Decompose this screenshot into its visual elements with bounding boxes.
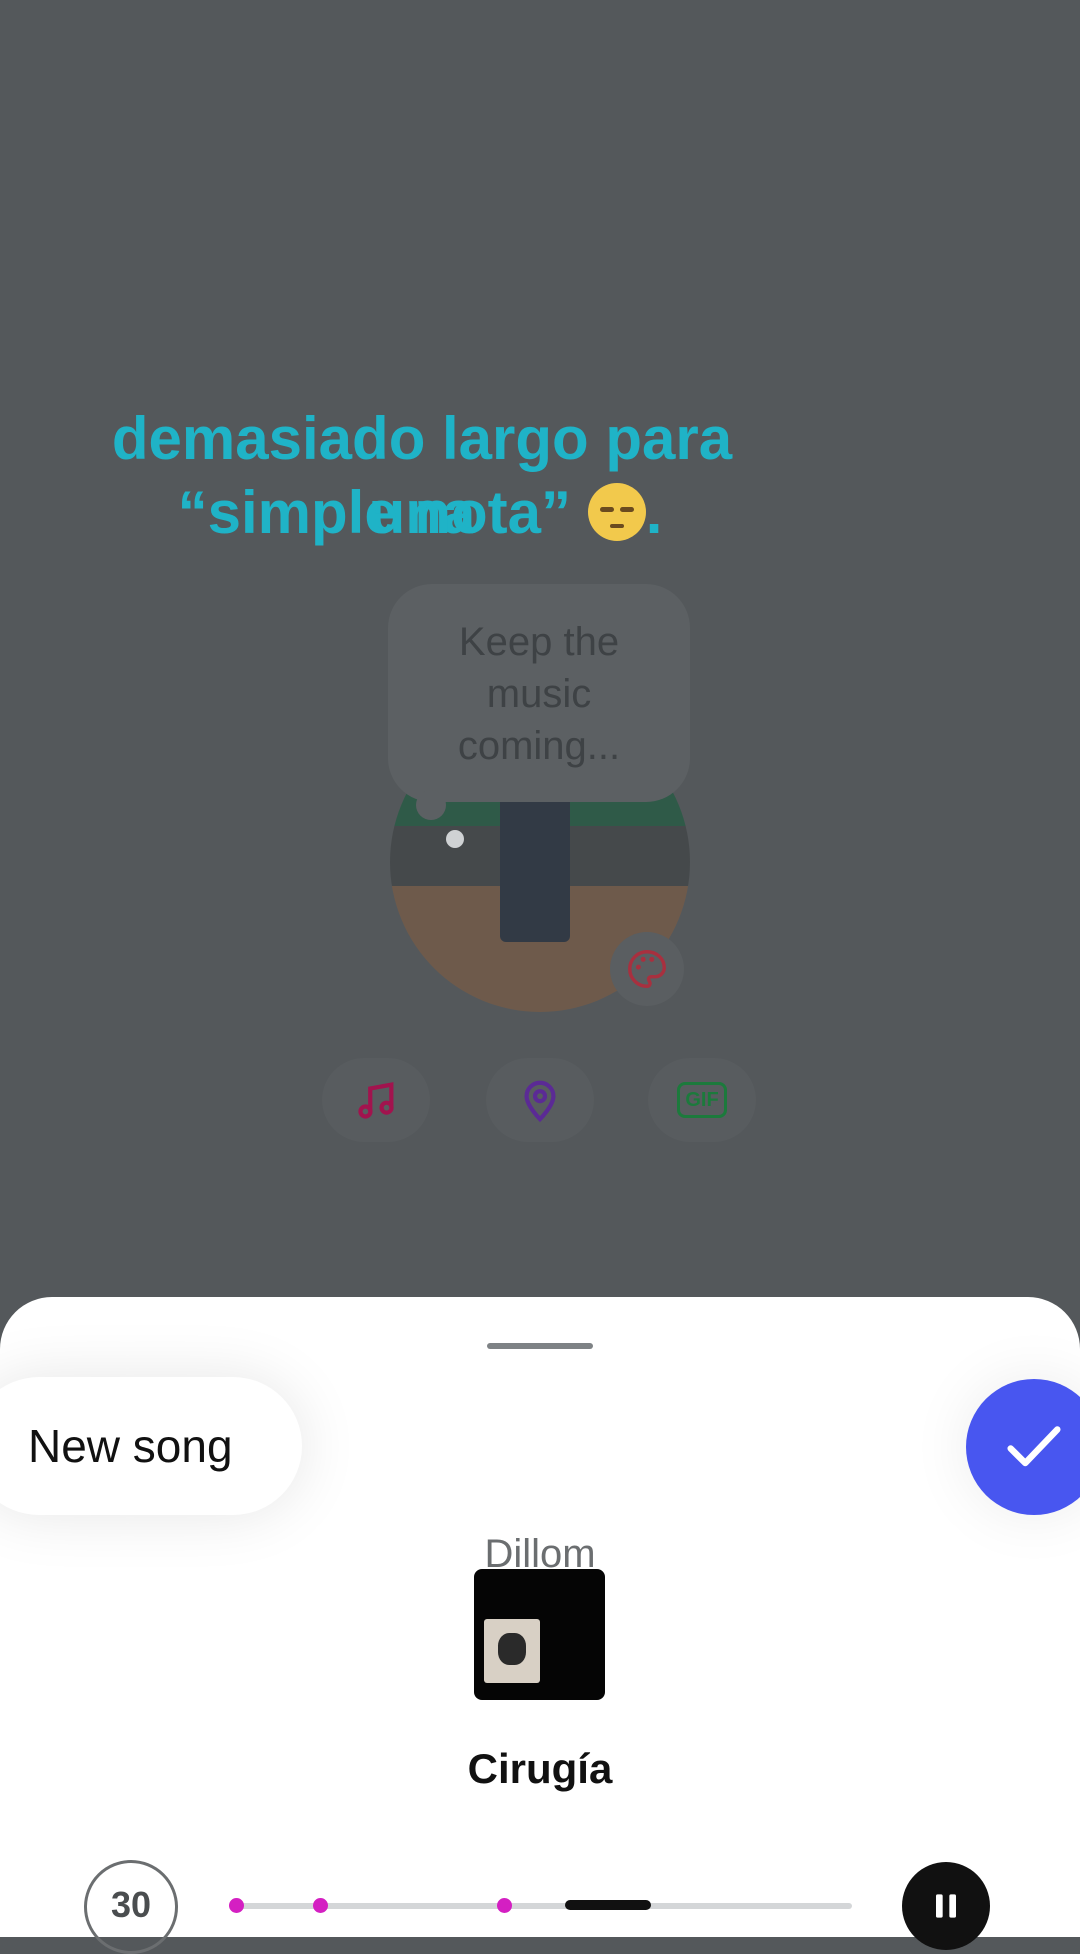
section-marker[interactable]: [497, 1898, 512, 1913]
section-marker[interactable]: [229, 1898, 244, 1913]
new-song-button[interactable]: New song: [0, 1377, 302, 1515]
pause-icon: [936, 1894, 956, 1918]
location-button[interactable]: [486, 1058, 594, 1142]
album-cover-image: [484, 1619, 540, 1683]
palette-button[interactable]: [610, 932, 684, 1006]
song-scrubber-track[interactable]: [236, 1903, 852, 1909]
pause-button[interactable]: [902, 1862, 990, 1950]
bubble-tail: [416, 790, 446, 820]
caption-line-2: “simple nota” .: [120, 476, 720, 550]
gif-icon: GIF: [677, 1082, 727, 1118]
music-button[interactable]: [322, 1058, 430, 1142]
sheet-grabber[interactable]: [487, 1343, 593, 1349]
new-song-label: New song: [28, 1420, 233, 1472]
caption-period: .: [645, 479, 663, 546]
song-artist: Dillom: [484, 1532, 596, 1576]
song-title: Cirugía: [467, 1745, 613, 1792]
music-sheet: New song Cirugía: [0, 1297, 1080, 1937]
location-pin-icon: [524, 1080, 556, 1123]
confirm-button[interactable]: [966, 1379, 1080, 1515]
caption-quote: “simple nota”: [177, 479, 572, 546]
music-note-icon: [358, 1082, 394, 1119]
section-marker[interactable]: [313, 1898, 328, 1913]
gif-button[interactable]: GIF: [648, 1058, 756, 1142]
note-text: Keep the music coming...: [457, 620, 621, 768]
album-art: [474, 1569, 605, 1700]
scrubber-handle[interactable]: [565, 1900, 651, 1910]
note-bubble[interactable]: Keep the music coming...: [388, 584, 690, 802]
check-icon: [1007, 1426, 1061, 1467]
bubble-tail-dot: [446, 830, 464, 848]
gif-label: GIF: [685, 1089, 719, 1111]
pensive-face-icon: [587, 483, 646, 541]
palette-icon: [628, 950, 666, 988]
duration-button[interactable]: 30: [84, 1860, 178, 1954]
